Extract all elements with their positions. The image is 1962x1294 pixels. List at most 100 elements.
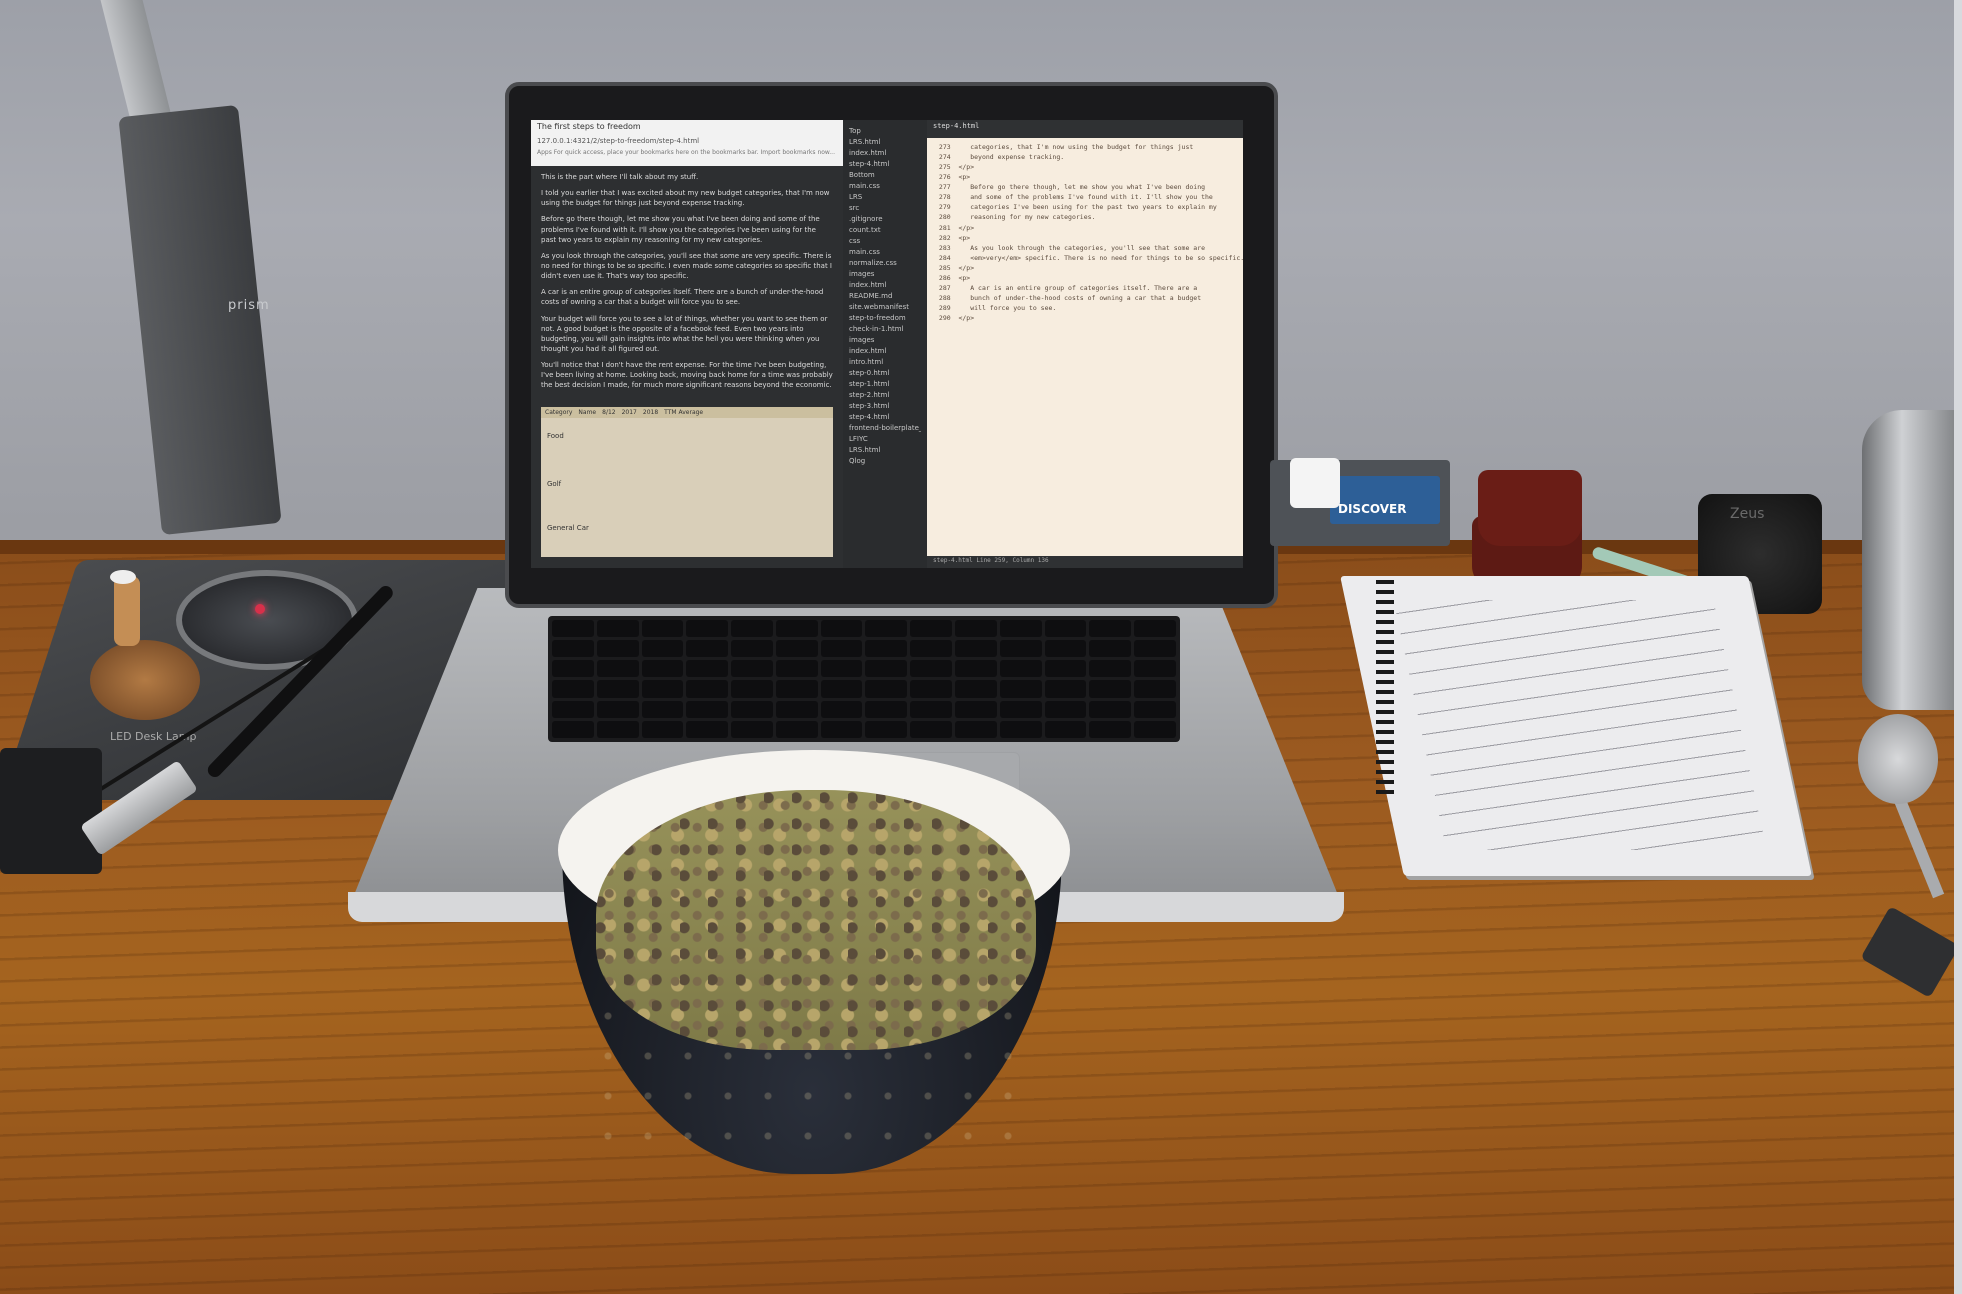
editor-tab[interactable]: step-4.html [927,120,1243,138]
file-tree-item[interactable]: intro.html [849,358,921,366]
keyboard-key[interactable] [955,640,997,658]
file-tree-item[interactable]: step-4.html [849,413,921,421]
keyboard-key[interactable] [596,680,639,698]
keyboard-key[interactable] [910,680,953,698]
keyboard-key[interactable] [552,620,594,638]
file-tree-item[interactable]: step-2.html [849,391,921,399]
keyboard-key[interactable] [641,660,684,678]
keyboard-key[interactable] [1089,680,1132,698]
keyboard-key[interactable] [641,720,684,738]
keyboard-key[interactable] [820,640,863,658]
file-tree-item[interactable]: index.html [849,347,921,355]
keyboard-key[interactable] [775,680,818,698]
file-tree-item[interactable]: step-0.html [849,369,921,377]
file-tree-item[interactable]: LRS.html [849,138,921,146]
file-tree-item[interactable]: .gitignore [849,215,921,223]
keyboard-key[interactable] [910,660,953,678]
keyboard-key[interactable] [731,640,773,658]
keyboard-key[interactable] [775,660,818,678]
keyboard-key[interactable] [596,620,639,638]
keyboard-key[interactable] [1044,720,1087,738]
file-tree-item[interactable]: frontend-boilerplate_v6.0.1 [849,424,921,432]
keyboard-key[interactable] [552,640,594,658]
keyboard-key[interactable] [552,700,594,718]
keyboard-key[interactable] [686,620,729,638]
file-tree-item[interactable]: LRS.html [849,446,921,454]
keyboard-key[interactable] [1134,680,1176,698]
keyboard-key[interactable] [955,720,997,738]
keyboard-key[interactable] [596,700,639,718]
keyboard-key[interactable] [1089,720,1132,738]
keyboard-key[interactable] [686,720,729,738]
keyboard-key[interactable] [1044,620,1087,638]
keyboard-key[interactable] [686,640,729,658]
file-tree-item[interactable]: normalize.css [849,259,921,267]
keyboard-key[interactable] [865,700,908,718]
keyboard-key[interactable] [820,720,863,738]
file-tree-item[interactable]: src [849,204,921,212]
keyboard-key[interactable] [865,660,908,678]
file-tree-item[interactable]: README.md [849,292,921,300]
keyboard-key[interactable] [910,720,953,738]
keyboard-key[interactable] [955,660,997,678]
keyboard-key[interactable] [1134,660,1176,678]
file-tree-item[interactable]: css [849,237,921,245]
keyboard-key[interactable] [1044,700,1087,718]
keyboard-key[interactable] [999,700,1042,718]
file-tree-item[interactable]: images [849,270,921,278]
file-tree-item[interactable]: images [849,336,921,344]
keyboard-key[interactable] [999,620,1042,638]
keyboard-key[interactable] [641,640,684,658]
keyboard-key[interactable] [1089,620,1132,638]
keyboard-key[interactable] [1044,660,1087,678]
keyboard-key[interactable] [999,680,1042,698]
keyboard-key[interactable] [641,680,684,698]
keyboard-key[interactable] [641,620,684,638]
keyboard-key[interactable] [1089,640,1132,658]
keyboard-key[interactable] [910,640,953,658]
keyboard-key[interactable] [865,620,908,638]
keyboard-key[interactable] [999,720,1042,738]
keyboard-key[interactable] [955,680,997,698]
keyboard-key[interactable] [596,660,639,678]
keyboard-key[interactable] [865,640,908,658]
keyboard-key[interactable] [820,680,863,698]
keyboard-key[interactable] [686,660,729,678]
keyboard-key[interactable] [910,700,953,718]
keyboard-key[interactable] [731,700,773,718]
code-lines[interactable]: 273 categories, that I'm now using the b… [927,138,1243,327]
keyboard-key[interactable] [1134,620,1176,638]
keyboard-key[interactable] [999,660,1042,678]
keyboard-key[interactable] [731,680,773,698]
file-tree-item[interactable]: index.html [849,281,921,289]
file-tree-item[interactable]: LFIYC [849,435,921,443]
keyboard-key[interactable] [775,640,818,658]
file-tree-item[interactable]: Bottom [849,171,921,179]
keyboard-key[interactable] [775,620,818,638]
keyboard-key[interactable] [552,720,594,738]
file-tree-item[interactable]: step-3.html [849,402,921,410]
keyboard-key[interactable] [820,700,863,718]
keyboard-key[interactable] [820,620,863,638]
keyboard-key[interactable] [596,640,639,658]
keyboard-key[interactable] [731,720,773,738]
file-tree-item[interactable]: index.html [849,149,921,157]
keyboard-key[interactable] [955,620,997,638]
keyboard-key[interactable] [1134,700,1176,718]
keyboard-key[interactable] [1089,660,1132,678]
keyboard-key[interactable] [1089,700,1132,718]
file-tree-item[interactable]: step-4.html [849,160,921,168]
keyboard-key[interactable] [865,680,908,698]
keyboard-key[interactable] [999,640,1042,658]
file-tree-item[interactable]: Qlog [849,457,921,465]
keyboard-key[interactable] [686,700,729,718]
keyboard-key[interactable] [686,680,729,698]
file-tree-item[interactable]: main.css [849,182,921,190]
keyboard-key[interactable] [596,720,639,738]
keyboard-key[interactable] [820,660,863,678]
keyboard-key[interactable] [775,700,818,718]
keyboard-key[interactable] [910,620,953,638]
keyboard-key[interactable] [1044,640,1087,658]
keyboard-key[interactable] [955,700,997,718]
file-tree-item[interactable]: step-to-freedom [849,314,921,322]
